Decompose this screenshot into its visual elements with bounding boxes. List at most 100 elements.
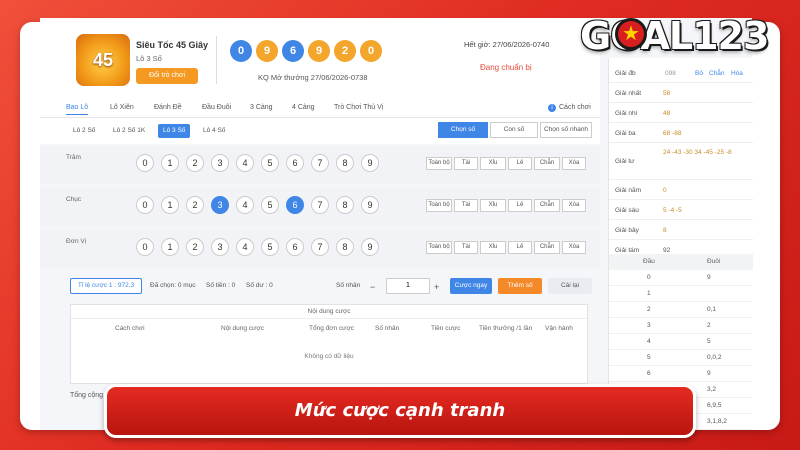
number-ball[interactable]: 9: [361, 154, 379, 172]
number-ball[interactable]: 6: [286, 238, 304, 256]
banner-text: Mức cược cạnh tranh: [294, 400, 506, 421]
reset-button[interactable]: Cài lại: [548, 278, 592, 294]
bet-now-button[interactable]: Cược ngay: [450, 278, 492, 294]
row-label: Chục: [66, 196, 82, 203]
number-ball[interactable]: 2: [186, 238, 204, 256]
mode-chon-so[interactable]: Chọn số: [438, 122, 488, 138]
multiplier-input[interactable]: 1: [386, 278, 430, 294]
dau-duoi-row: 1: [609, 286, 753, 302]
quick-select-button[interactable]: Toàn bộ: [426, 157, 452, 170]
number-ball[interactable]: 0: [136, 238, 154, 256]
tab-dau-duoi[interactable]: Đầu Đuôi: [202, 104, 231, 111]
result-row: Giải ba 68 -88: [609, 124, 753, 143]
quick-select-button[interactable]: Xỉu: [480, 157, 506, 170]
dau-duoi-row: 69: [609, 366, 753, 382]
number-ball[interactable]: 7: [311, 154, 329, 172]
number-ball[interactable]: 4: [236, 196, 254, 214]
subtab-lo-2-so[interactable]: Lô 2 Số: [68, 124, 100, 138]
pick-row: Đơn Vị 0 1 2 3 4 5 6 7 8 9 Toàn bộ Tài Xỉu Lẻ Chẵn Xóa: [40, 230, 600, 268]
number-ball[interactable]: 7: [311, 196, 329, 214]
dau-duoi-header: Đầu Đuôi: [609, 254, 753, 270]
results-panel: Giải đb 098 Bô Chẵn Hòa Giải nhất 58 Giải…: [608, 58, 753, 430]
number-ball[interactable]: 5: [261, 238, 279, 256]
result-row: Giải năm 0: [609, 181, 753, 200]
number-ball[interactable]: 7: [311, 238, 329, 256]
multiplier-minus-button[interactable]: −: [370, 282, 375, 292]
quick-select-button[interactable]: Lẻ: [508, 157, 532, 170]
number-ball[interactable]: 6: [286, 196, 304, 214]
number-ball[interactable]: 8: [336, 238, 354, 256]
subtab-lo-3-so[interactable]: Lô 3 Số: [158, 124, 191, 138]
quick-select-button[interactable]: Xỉu: [480, 199, 506, 212]
number-ball[interactable]: 2: [186, 154, 204, 172]
switch-game-button[interactable]: Đổi trò chơi: [136, 68, 198, 84]
number-ball[interactable]: 9: [361, 238, 379, 256]
number-ball[interactable]: 0: [136, 154, 154, 172]
sub-tabs: Lô 2 Số Lô 2 Số 1K Lô 3 Số Lô 4 Số Chọn …: [40, 118, 600, 144]
deadline: Hết giờ: 27/06/2026-0740: [464, 40, 550, 49]
number-ball[interactable]: 1: [161, 238, 179, 256]
mode-con-so[interactable]: Con số: [490, 122, 538, 138]
lottery-app: 45 Siêu Tốc 45 Giây Lô 3 Số Đổi trò chơi…: [40, 18, 753, 430]
bet-bar: Tỉ lệ cược 1 : 972.3 Đã chọn: 0 mục Số t…: [40, 274, 600, 298]
number-ball[interactable]: 1: [161, 196, 179, 214]
col-header: Tổng đơn cược: [309, 325, 355, 332]
bet-table: Nội dung cược Cách chơi Nội dung cược Tổ…: [70, 304, 588, 384]
number-ball[interactable]: 1: [161, 154, 179, 172]
subtab-lo-4-so[interactable]: Lô 4 Số: [198, 124, 230, 138]
quick-select-button[interactable]: Toàn bộ: [426, 241, 452, 254]
mode-chon-so-nhanh[interactable]: Chọn số nhanh: [540, 122, 592, 138]
pick-row: Chục 0 1 2 3 4 5 6 7 8 9 Toàn bộ Tài Xỉu Lẻ Chẵn Xóa: [40, 188, 600, 226]
number-ball[interactable]: 5: [261, 196, 279, 214]
add-number-button[interactable]: Thêm số: [498, 278, 542, 294]
number-ball[interactable]: 3: [211, 196, 229, 214]
number-ball[interactable]: 0: [136, 196, 154, 214]
tab-lo-xien[interactable]: Lô Xiên: [110, 104, 134, 111]
multiplier-plus-button[interactable]: +: [434, 282, 439, 292]
result-ball: 9: [308, 40, 330, 62]
number-ball[interactable]: 4: [236, 238, 254, 256]
quick-select-button[interactable]: Tài: [454, 241, 478, 254]
quick-select-button[interactable]: Chẵn: [534, 241, 560, 254]
number-ball[interactable]: 3: [211, 154, 229, 172]
selected-count: Đã chọn: 0 mục: [150, 282, 196, 289]
game-tabs: Bao Lô Lô Xiên Đánh Đề Đầu Đuôi 3 Càng 4…: [40, 98, 600, 118]
quick-select-button[interactable]: Xóa: [562, 241, 586, 254]
number-ball[interactable]: 8: [336, 196, 354, 214]
dau-duoi-row: 09: [609, 270, 753, 286]
number-ball[interactable]: 8: [336, 154, 354, 172]
number-ball[interactable]: 4: [236, 154, 254, 172]
subtab-lo-2-so-1k[interactable]: Lô 2 Số 1K: [108, 124, 150, 138]
quick-select-button[interactable]: Xỉu: [480, 241, 506, 254]
result-ball: 2: [334, 40, 356, 62]
col-header: Tiền cược: [431, 325, 461, 332]
number-ball[interactable]: 5: [261, 154, 279, 172]
tab-3-cang[interactable]: 3 Càng: [250, 104, 273, 111]
quick-select-button[interactable]: Toàn bộ: [426, 199, 452, 212]
number-ball[interactable]: 6: [286, 154, 304, 172]
game-subtitle: Lô 3 Số: [136, 54, 162, 63]
tab-bao-lo[interactable]: Bao Lô: [66, 104, 89, 115]
number-ball[interactable]: 9: [361, 196, 379, 214]
empty-state: Không có dữ liệu: [304, 353, 354, 360]
row-label: Đơn Vị: [66, 238, 87, 245]
tab-4-cang[interactable]: 4 Càng: [292, 104, 315, 111]
draw-info: KQ Mở thưởng 27/06/2026-0738: [258, 73, 368, 82]
number-ball[interactable]: 2: [186, 196, 204, 214]
number-ball[interactable]: 3: [211, 238, 229, 256]
quick-select-button[interactable]: Chẵn: [534, 199, 560, 212]
tab-tro-choi-thu-vi[interactable]: Trò Chơi Thú Vị: [334, 104, 383, 111]
quick-select-button[interactable]: Xóa: [562, 157, 586, 170]
result-row: Giải đb 098 Bô Chẵn Hòa: [609, 64, 753, 83]
result-ball: 0: [360, 40, 382, 62]
quick-select-button[interactable]: Tài: [454, 157, 478, 170]
how-to-play-link[interactable]: i Cách chơi: [548, 104, 591, 112]
brand-text: GOAL123: [580, 14, 769, 58]
quick-select-button[interactable]: Lẻ: [508, 199, 532, 212]
tab-danh-de[interactable]: Đánh Đề: [154, 104, 182, 111]
quick-select-button[interactable]: Chẵn: [534, 157, 560, 170]
quick-select-button[interactable]: Tài: [454, 199, 478, 212]
dau-duoi-row: 5 0,0,2: [609, 350, 753, 366]
quick-select-button[interactable]: Xóa: [562, 199, 586, 212]
quick-select-button[interactable]: Lẻ: [508, 241, 532, 254]
